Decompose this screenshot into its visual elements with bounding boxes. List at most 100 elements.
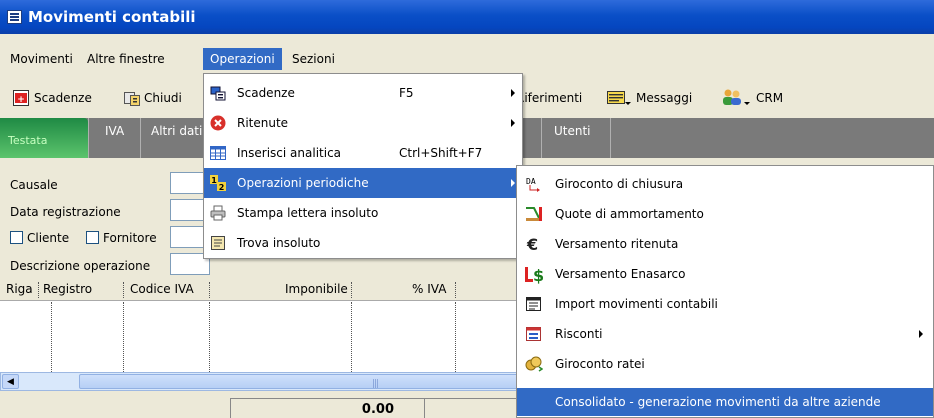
cliente-checkbox[interactable] [10,231,23,244]
grid-col-sep [455,282,456,298]
menu-item-label: Ritenute [237,116,289,130]
window-title: Movimenti contabili [28,8,196,26]
submenu-item-giroconto-chiusura[interactable]: DA Giroconto di chiusura [517,169,933,199]
toolbar-chiudi-button[interactable]: Chiudi [144,87,182,109]
menu-item-label: Inserisci analitica [237,146,342,160]
scroll-left-icon[interactable]: ◀ [2,374,19,389]
menu-movimenti[interactable]: Movimenti [3,48,80,70]
submenu-item-label: Import movimenti contabili [555,297,718,311]
tab-label: Altri dati [151,124,203,138]
submenu-item-risconti[interactable]: Risconti [517,319,933,349]
toolbar-label: Scadenze [34,91,92,105]
submenu-item-versamento-enasarco[interactable]: $ Versamento Enasarco [517,259,933,289]
menu-label: Movimenti [10,52,73,66]
submenu-arrow-icon [511,89,515,97]
submenu-arrow-icon [511,119,515,127]
window-titlebar: Movimenti contabili [0,0,934,34]
close-window-icon [124,90,140,106]
toolbar-label: Chiudi [144,91,182,105]
menu-item-label: Trova insoluto [237,236,321,250]
menu-item-inserisci-analitica[interactable]: Inserisci analitica Ctrl+Shift+F7 [204,138,522,168]
document-icon [210,235,226,251]
toolbar-label: Messaggi [636,91,693,105]
tab-label: IVA [105,124,125,138]
ls-dollar-icon: $ [525,266,547,284]
menu-label: Altre finestre [87,52,165,66]
submenu-item-label: Risconti [555,327,603,341]
tab-iva[interactable]: IVA [88,118,140,158]
grid-col-registro: Registro [43,282,93,296]
toolbar-label: Riferimenti [516,91,583,105]
toolbar-riferimenti-button[interactable]: Riferimenti [516,87,582,109]
grip-icon: ||| [372,379,379,389]
toolbar-scadenze-button[interactable]: Scadenze [34,87,92,109]
tab-testata[interactable]: Testata [0,118,88,158]
window-icon [7,10,22,24]
table-icon [210,145,226,161]
fornitore-label: Fornitore [103,231,157,245]
menu-label: Operazioni [210,52,275,66]
submenu-item-label: Giroconto ratei [555,357,645,371]
dropdown-arrow-icon[interactable] [744,102,750,106]
grid-col-codice-iva: Codice IVA [130,282,194,296]
svg-text:1: 1 [211,176,217,185]
submenu-item-giroconto-ratei[interactable]: Giroconto ratei [517,349,933,379]
descrizione-operazione-label: Descrizione operazione [10,259,151,273]
toolbar-crm-button[interactable]: CRM [756,87,783,109]
menu-item-shortcut: F5 [399,86,414,100]
toolbar-messaggi-button[interactable]: Messaggi [636,87,692,109]
submenu-item-versamento-ritenuta[interactable]: € Versamento ritenuta [517,229,933,259]
submenu-arrow-icon [511,179,515,187]
grid-col-line [51,302,52,372]
crm-people-icon [721,88,743,106]
grid-col-sep [351,282,352,298]
horizontal-scrollbar[interactable]: ◀ ||| [0,372,520,391]
red-x-icon [210,115,226,131]
grid-col-line [209,302,210,372]
tab-divider [610,118,611,158]
menu-item-stampa-lettera-insoluto[interactable]: Stampa lettera insoluto [204,198,522,228]
tab-altri-dati[interactable]: Altri dati [140,118,204,158]
tab-label: Testata [8,134,48,147]
grid-col-line [351,302,352,372]
grid-col-riga: Riga [6,282,33,296]
dropdown-arrow-icon[interactable] [625,102,631,106]
menu-item-trova-insoluto[interactable]: Trova insoluto [204,228,522,258]
euro-icon: € [525,236,543,252]
depreciation-icon [525,206,543,222]
tab-label: Utenti [554,124,591,138]
cliente-label: Cliente [27,231,70,245]
calendar-red-icon: + [13,90,29,106]
menu-item-label: Scadenze [237,86,295,100]
menu-item-scadenze[interactable]: Scadenze F5 [204,78,522,108]
menu-operazioni[interactable]: Operazioni [203,48,282,70]
printer-icon [210,205,226,221]
messages-icon [607,91,625,107]
total-cell [424,398,520,418]
svg-text:€: € [526,236,538,252]
submenu-item-label: Giroconto di chiusura [555,177,684,191]
menu-item-label: Stampa lettera insoluto [237,206,379,220]
submenu-item-label: Versamento Enasarco [555,267,686,281]
menu-item-shortcut: Ctrl+Shift+F7 [399,146,483,160]
grid-col-line [455,302,456,372]
menubar: Movimenti Altre finestre Operazioni Sezi… [0,44,934,74]
menu-item-ritenute[interactable]: Ritenute [204,108,522,138]
grid-col-iva-pct: % IVA [412,282,447,296]
coins-icon [525,356,543,372]
menu-sezioni[interactable]: Sezioni [285,48,342,70]
scrollbar-thumb[interactable]: ||| [79,374,519,389]
svg-text:DA: DA [526,177,536,186]
menu-item-operazioni-periodiche[interactable]: 12 Operazioni periodiche [204,168,522,198]
submenu-item-import-movimenti[interactable]: Import movimenti contabili [517,289,933,319]
data-registrazione-label: Data registrazione [10,205,121,219]
menu-altre-finestre[interactable]: Altre finestre [80,48,172,70]
causale-label: Causale [10,178,58,192]
tab-utenti[interactable]: Utenti [541,118,611,158]
fornitore-checkbox[interactable] [86,231,99,244]
submenu-item-quote-ammortamento[interactable]: Quote di ammortamento [517,199,933,229]
submenu-arrow-icon [919,330,923,338]
submenu-item-consolidato[interactable]: Consolidato - generazione movimenti da a… [517,388,933,416]
operazioni-periodiche-submenu: DA Giroconto di chiusura Quote di ammort… [516,165,934,418]
svg-text:+: + [17,95,25,105]
